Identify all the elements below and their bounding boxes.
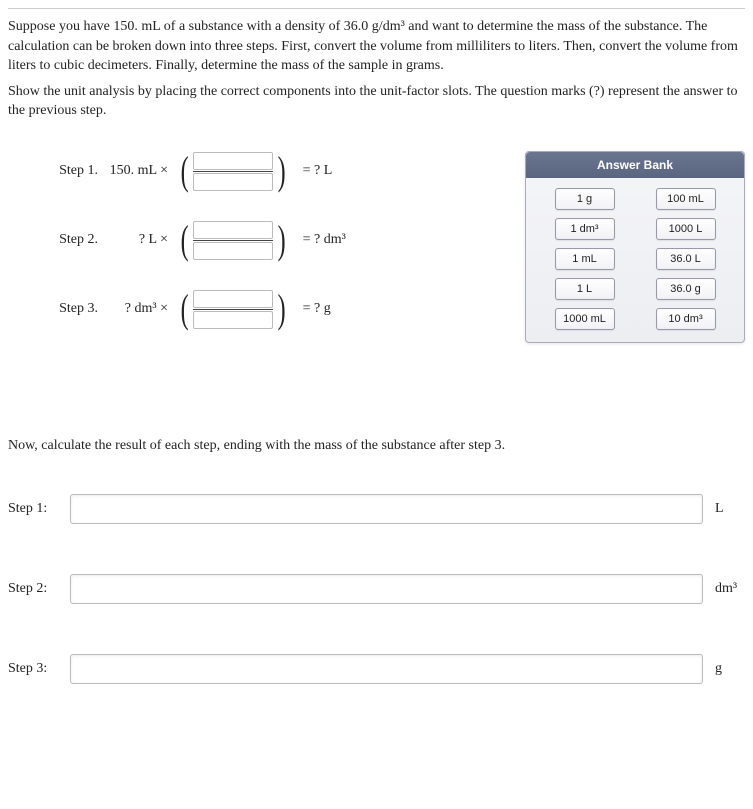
step-2-denominator-slot[interactable] [193,242,273,260]
intro-paragraph-2: Show the unit analysis by placing the co… [8,82,745,121]
fraction-line [193,171,273,172]
calc-unit-3: g [715,661,745,677]
calc-unit-1: L [715,501,745,517]
calc-label-3: Step 3: [8,661,58,677]
step-2-pre: ? L × [108,232,168,248]
step-1-answer-input[interactable] [70,494,703,524]
fraction-line [193,309,273,310]
calc-label-2: Step 2: [8,581,58,597]
answer-bank-grid: 1 g 100 mL 1 dm³ 1000 L 1 mL 36.0 L 1 L … [526,178,744,334]
calc-prompt: Now, calculate the result of each step, … [8,438,745,454]
step-1-label: Step 1. [28,163,98,179]
tile-1g[interactable]: 1 g [555,188,615,210]
step-3-fraction: ( ) [178,289,289,330]
calculation-section: Now, calculate the result of each step, … [8,438,745,684]
step-3-row: Step 3. ? dm³ × ( ) = ? g [28,289,495,330]
step-1-numerator-slot[interactable] [193,152,273,170]
answer-bank: Answer Bank 1 g 100 mL 1 dm³ 1000 L 1 mL… [525,151,745,343]
step-1-denominator-slot[interactable] [193,173,273,191]
tile-10dm3[interactable]: 10 dm³ [656,308,716,330]
step-1-fraction: ( ) [178,151,289,192]
left-paren-icon: ( [181,151,189,191]
fraction-line [193,240,273,241]
tile-36g[interactable]: 36.0 g [656,278,716,300]
tile-1000ml[interactable]: 1000 mL [555,308,615,330]
calc-row-2: Step 2: dm³ [8,574,745,604]
step-2-label: Step 2. [28,232,98,248]
step-2-numerator-slot[interactable] [193,221,273,239]
intro-paragraph-1: Suppose you have 150. mL of a substance … [8,17,745,76]
steps-column: Step 1. 150. mL × ( ) = ? L Step 2. ? L … [28,151,495,358]
tile-1l[interactable]: 1 L [555,278,615,300]
tile-1ml[interactable]: 1 mL [555,248,615,270]
step-3-denominator-slot[interactable] [193,311,273,329]
step-1-pre: 150. mL × [108,163,168,179]
right-paren-icon: ) [278,151,286,191]
step-1-post: = ? L [303,163,333,179]
right-paren-icon: ) [278,220,286,260]
step-2-fraction: ( ) [178,220,289,261]
step-3-label: Step 3. [28,301,98,317]
step-3-numerator-slot[interactable] [193,290,273,308]
step-3-pre: ? dm³ × [108,301,168,317]
step-3-post: = ? g [303,301,331,317]
calc-row-3: Step 3: g [8,654,745,684]
tile-1000l[interactable]: 1000 L [656,218,716,240]
step-2-row: Step 2. ? L × ( ) = ? dm³ [28,220,495,261]
unit-analysis-area: Step 1. 150. mL × ( ) = ? L Step 2. ? L … [28,151,745,358]
step-2-answer-input[interactable] [70,574,703,604]
calc-row-1: Step 1: L [8,494,745,524]
step-1-row: Step 1. 150. mL × ( ) = ? L [28,151,495,192]
left-paren-icon: ( [181,220,189,260]
tile-1dm3[interactable]: 1 dm³ [555,218,615,240]
tile-100ml[interactable]: 100 mL [656,188,716,210]
calc-label-1: Step 1: [8,501,58,517]
problem-intro: Suppose you have 150. mL of a substance … [8,17,745,121]
calc-unit-2: dm³ [715,581,745,597]
right-paren-icon: ) [278,289,286,329]
step-3-answer-input[interactable] [70,654,703,684]
tile-36l[interactable]: 36.0 L [656,248,716,270]
answer-bank-header: Answer Bank [526,152,744,178]
left-paren-icon: ( [181,289,189,329]
step-2-post: = ? dm³ [303,232,346,248]
